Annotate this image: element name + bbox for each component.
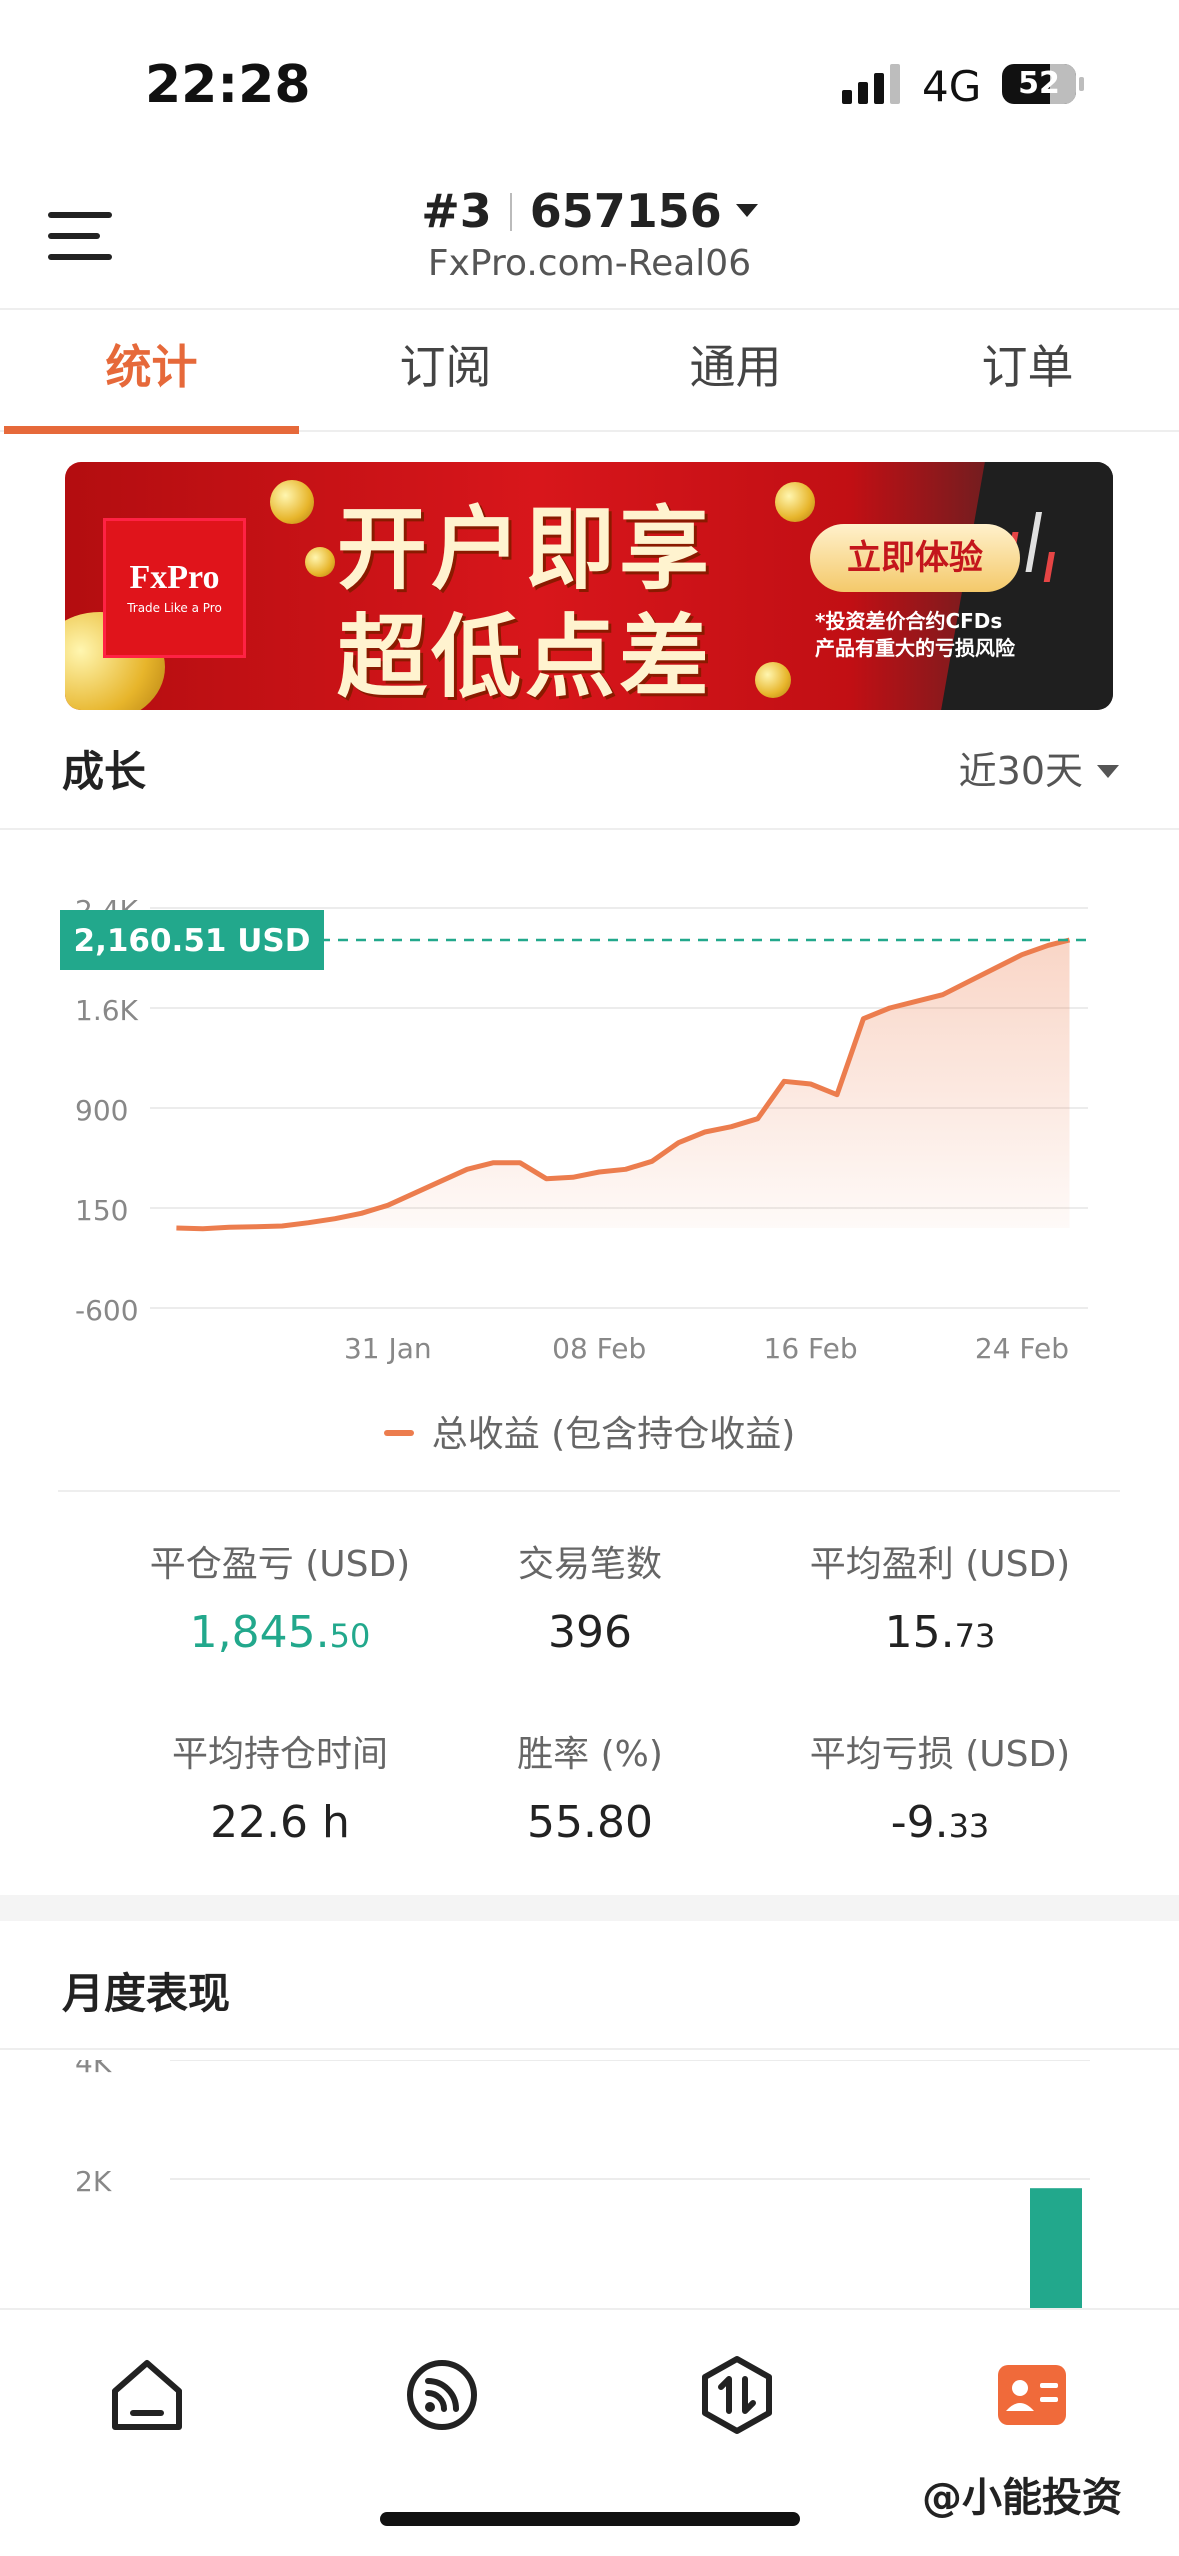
- section-separator: [0, 1895, 1179, 1921]
- app-header: #3 657156 FxPro.com-Real06: [0, 160, 1179, 310]
- stat-label: 胜率 (%): [517, 1734, 663, 1775]
- legend-swatch: [383, 1430, 414, 1436]
- banner-cta-button[interactable]: 立即体验: [810, 524, 1020, 592]
- tab-subscribe[interactable]: 订阅: [298, 312, 593, 432]
- stat-item: 平均盈利 (USD) 15.73: [750, 1535, 1130, 1658]
- x-tick-label: 24 Feb: [975, 1332, 1069, 1365]
- y-tick-label: -600: [75, 1294, 139, 1327]
- promo-banner[interactable]: FxPro Trade Like a Pro 开户即享 超低点差 立即体验 *投…: [65, 462, 1113, 710]
- monthly-bar: [1030, 2188, 1082, 2310]
- stat-label: 平均盈利 (USD): [809, 1544, 1071, 1585]
- stat-value: 15.73: [884, 1607, 996, 1658]
- tab-orders[interactable]: 订单: [880, 312, 1175, 432]
- tab-stats[interactable]: 统计: [4, 312, 299, 434]
- current-value-label: 2,160.51 USD: [74, 923, 311, 959]
- tab-active-indicator: [4, 426, 299, 434]
- trade-icon[interactable]: [697, 2355, 777, 2435]
- stat-value: -9.33: [890, 1797, 990, 1848]
- stat-item: 胜率 (%) 55.80: [400, 1725, 780, 1848]
- fxpro-logo: FxPro Trade Like a Pro: [103, 518, 246, 658]
- chevron-down-icon: [735, 204, 758, 217]
- legend-label: 总收益 (包含持仓收益): [431, 1414, 796, 1455]
- tab-label: 通用: [689, 340, 782, 394]
- stat-value: 396: [548, 1607, 632, 1658]
- monthly-chart: 4K 2K: [75, 2060, 1090, 2310]
- divider: [0, 2048, 1179, 2050]
- coin-decoration: [775, 482, 815, 522]
- watermark: @小能投资: [922, 2475, 1122, 2521]
- y-tick-label: 150: [75, 1194, 128, 1227]
- banner-headline-2: 超低点差: [337, 605, 713, 710]
- tab-label: 订单: [981, 340, 1074, 394]
- coin-decoration: [305, 547, 335, 577]
- feed-icon[interactable]: [402, 2355, 482, 2435]
- stat-item: 平均亏损 (USD) -9.33: [750, 1725, 1130, 1848]
- account-id: 657156: [529, 184, 722, 238]
- tab-bar: 统计 订阅 通用 订单: [0, 312, 1179, 434]
- tab-general[interactable]: 通用: [588, 312, 883, 432]
- x-tick-label: 31 Jan: [344, 1332, 432, 1365]
- stat-label: 交易笔数: [517, 1544, 662, 1585]
- y-tick-label: 1.6K: [75, 994, 139, 1027]
- server-name: FxPro.com-Real06: [427, 243, 752, 284]
- divider: [0, 828, 1179, 830]
- range-dropdown[interactable]: 近30天: [959, 740, 1119, 795]
- status-bar: 22:28 4G 52: [0, 0, 1179, 160]
- chart-legend[interactable]: 总收益 (包含持仓收益): [0, 1405, 1179, 1457]
- stat-item: 交易笔数 396: [400, 1535, 780, 1658]
- growth-title: 成长: [62, 747, 147, 796]
- home-icon[interactable]: [107, 2355, 187, 2435]
- x-tick-label: 16 Feb: [764, 1332, 858, 1365]
- coin-decoration: [755, 662, 791, 698]
- battery-icon: 52: [1002, 64, 1084, 104]
- range-label: 近30天: [958, 749, 1083, 793]
- tab-label: 统计: [105, 340, 198, 394]
- y-tick-label: 900: [75, 1094, 128, 1127]
- divider: [58, 1490, 1120, 1492]
- profile-card-icon[interactable]: [992, 2355, 1072, 2435]
- growth-chart: 2.4K1.6K900150-60031 Jan08 Feb16 Feb24 F…: [60, 894, 1088, 1365]
- account-number: #3: [421, 184, 492, 238]
- battery-level: 52: [1018, 66, 1060, 101]
- coin-decoration: [270, 480, 314, 524]
- y-tick-label: 4K: [75, 2060, 112, 2079]
- status-time: 22:28: [145, 55, 311, 115]
- x-tick-label: 08 Feb: [552, 1332, 646, 1365]
- network-type: 4G: [922, 62, 982, 111]
- monthly-title: 月度表现: [62, 1969, 231, 2018]
- tab-label: 订阅: [399, 340, 492, 394]
- banner-risk-line: *投资差价合约CFDs: [815, 609, 1003, 633]
- account-selector[interactable]: #3 657156: [0, 184, 1179, 238]
- banner-risk-line: 产品有重大的亏损风险: [815, 636, 1015, 660]
- series-area: [176, 940, 1070, 1229]
- stat-value: 55.80: [527, 1797, 653, 1848]
- home-indicator: [380, 2512, 800, 2526]
- cellular-signal-icon: [842, 64, 900, 104]
- y-tick-label: 2K: [75, 2165, 112, 2198]
- stat-label: 平均亏损 (USD): [809, 1734, 1071, 1775]
- chevron-down-icon: [1097, 765, 1119, 778]
